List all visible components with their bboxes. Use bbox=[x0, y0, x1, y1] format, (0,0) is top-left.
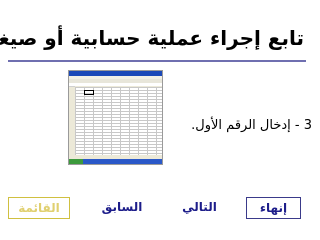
thumb-cell-grid bbox=[75, 87, 162, 155]
menu-button[interactable]: القائمة bbox=[8, 197, 70, 219]
title-divider bbox=[8, 60, 306, 62]
thumb-active-cell bbox=[84, 90, 94, 95]
page-title: تابع إجراء عملية حسابية أو صيغة bbox=[0, 26, 304, 50]
next-button[interactable]: التالي bbox=[172, 197, 227, 219]
excel-screenshot-thumbnail bbox=[68, 70, 163, 165]
thumb-start-button bbox=[69, 159, 83, 164]
finish-button[interactable]: إنهاء bbox=[246, 197, 301, 219]
previous-button[interactable]: السابق bbox=[92, 197, 152, 219]
step-instruction: 3 - إدخال الرقم الأول. bbox=[191, 118, 312, 133]
